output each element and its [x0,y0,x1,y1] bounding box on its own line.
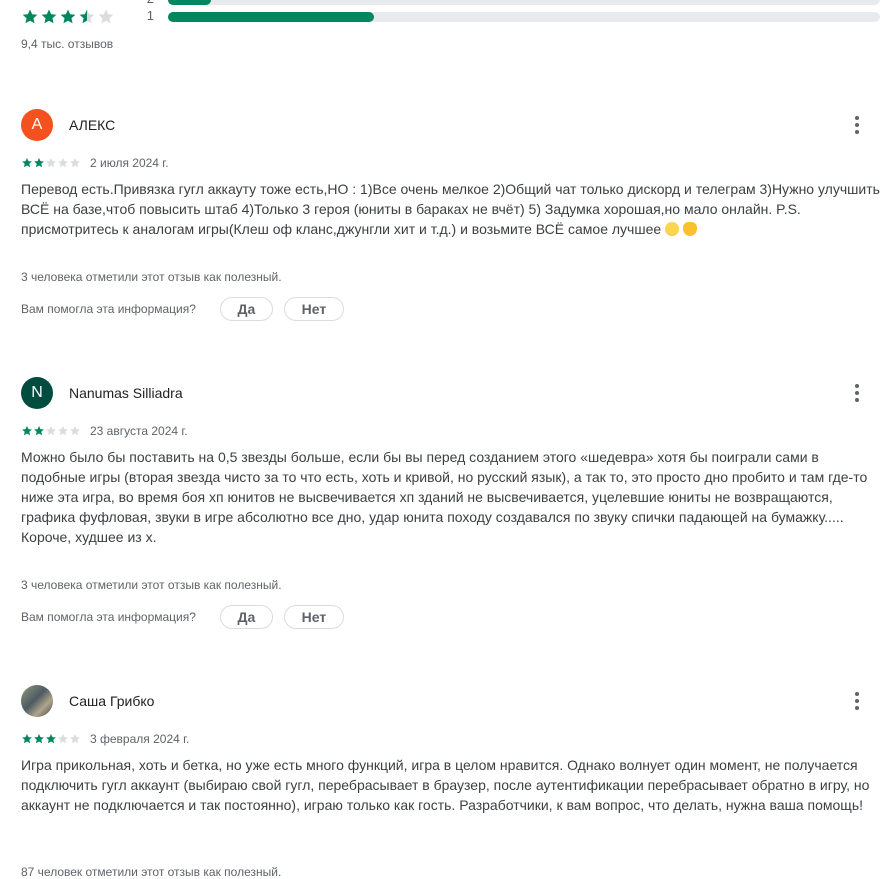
yes-button[interactable]: Да [219,297,273,321]
feedback-question: Вам помогла эта информация? [21,610,196,624]
review-meta: 2 июля 2024 г. [21,156,169,170]
review-date: 23 августа 2024 г. [90,424,188,438]
star-icon [58,734,68,744]
star-icon [58,158,68,168]
review-star-rating [21,157,81,169]
review-author: АЛЕКС [69,117,116,133]
histogram-row-2: 2 [140,0,880,7]
feedback-row: Вам помогла эта информация? Да Нет [21,604,355,630]
review-star-rating [21,733,81,745]
star-icon [60,9,76,24]
review-text: Перевод есть.Привязка гугл аккауту тоже … [21,179,883,239]
review-count: 9,4 тыс. отзывов [21,37,114,51]
rating-summary: 2 1 9,4 тыс. отзывов [0,0,894,60]
summary-star-rating [21,8,115,24]
more-options-icon[interactable] [846,689,868,713]
histogram-label: 1 [146,8,154,23]
review-text: Игра прикольная, хоть и бетка, но уже ес… [21,757,870,813]
star-icon [34,734,44,744]
avatar: N [21,377,53,409]
helpful-count: 3 человека отметили этот отзыв как полез… [21,578,282,592]
review-meta: 3 февраля 2024 г. [21,732,189,746]
review-date: 2 июля 2024 г. [90,156,169,170]
review-author: Nanumas Silliadra [69,385,183,401]
no-button[interactable]: Нет [283,297,344,321]
star-icon [70,426,80,436]
star-icon [46,426,56,436]
star-icon [22,158,32,168]
histogram-label: 2 [140,0,154,7]
star-icon [41,9,57,24]
ok-hand-icon [683,222,698,236]
review-star-rating [21,425,81,437]
histogram-track [168,0,880,5]
more-options-icon[interactable] [846,113,868,137]
review-date: 3 февраля 2024 г. [90,732,190,746]
star-icon [70,734,80,744]
avatar-photo [21,685,53,717]
star-icon [22,734,32,744]
helpful-count: 3 человека отметили этот отзыв как полез… [21,270,282,284]
avatar: А [21,109,53,141]
no-button[interactable]: Нет [283,605,344,629]
histogram-bar [168,12,375,22]
histogram-row-1: 1 [140,8,880,24]
review-text: Можно было бы поставить на 0,5 звезды бо… [21,449,868,545]
histogram-bar [168,0,211,5]
grinning-face-icon [665,222,680,236]
star-icon [98,9,114,24]
star-icon [22,9,38,24]
histogram-track [168,12,880,22]
review-meta: 23 августа 2024 г. [21,424,188,438]
helpful-count: 87 человек отметили этот отзыв как полез… [21,865,282,879]
review-author: Саша Грибко [69,693,155,709]
feedback-question: Вам помогла эта информация? [21,302,196,316]
star-icon [46,734,56,744]
star-icon [46,158,56,168]
star-icon [22,426,32,436]
more-options-icon[interactable] [846,381,868,405]
review-text-body: Перевод есть.Привязка гугл аккауту тоже … [21,181,880,237]
star-icon [79,9,95,24]
yes-button[interactable]: Да [219,605,273,629]
star-icon [58,426,68,436]
star-icon [34,426,44,436]
star-icon [70,158,80,168]
star-icon [34,158,44,168]
feedback-row: Вам помогла эта информация? Да Нет [21,296,355,322]
